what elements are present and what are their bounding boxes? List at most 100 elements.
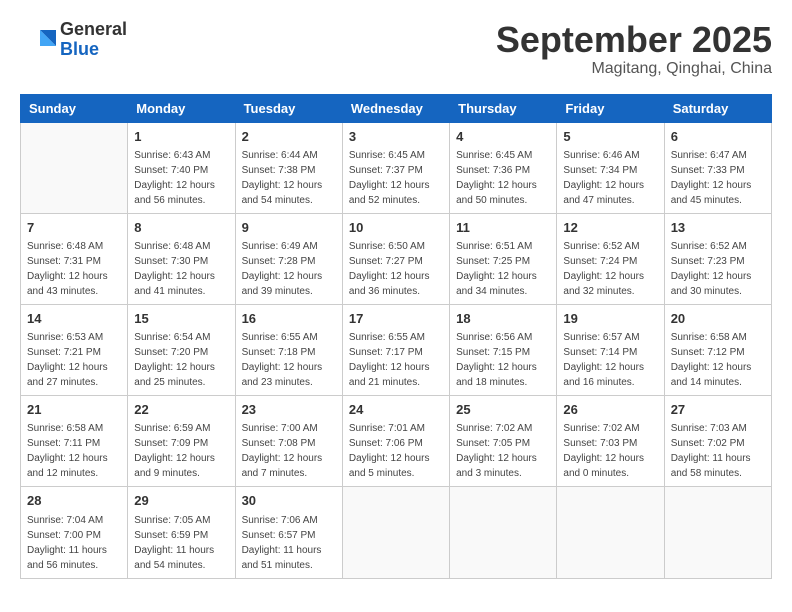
day-number: 18 xyxy=(456,310,550,328)
day-info: Sunrise: 6:51 AMSunset: 7:25 PMDaylight:… xyxy=(456,239,550,299)
day-number: 26 xyxy=(563,401,657,419)
day-info: Sunrise: 6:50 AMSunset: 7:27 PMDaylight:… xyxy=(349,239,443,299)
day-info: Sunrise: 6:56 AMSunset: 7:15 PMDaylight:… xyxy=(456,330,550,390)
table-row: 14Sunrise: 6:53 AMSunset: 7:21 PMDayligh… xyxy=(21,304,128,395)
calendar-weekday-saturday: Saturday xyxy=(664,94,771,122)
day-info: Sunrise: 6:55 AMSunset: 7:18 PMDaylight:… xyxy=(242,330,336,390)
day-info: Sunrise: 6:58 AMSunset: 7:11 PMDaylight:… xyxy=(27,421,121,481)
day-info: Sunrise: 7:06 AMSunset: 6:57 PMDaylight:… xyxy=(242,513,336,573)
day-number: 22 xyxy=(134,401,228,419)
day-info: Sunrise: 7:05 AMSunset: 6:59 PMDaylight:… xyxy=(134,513,228,573)
table-row: 5Sunrise: 6:46 AMSunset: 7:34 PMDaylight… xyxy=(557,122,664,213)
table-row: 6 Sunrise: 6:47 AMSunset: 7:33 PMDaylight… xyxy=(664,122,771,213)
day-number: 7 xyxy=(27,219,121,237)
table-row xyxy=(21,122,128,213)
month-title: September 2025 xyxy=(496,20,772,60)
table-row: 11 Sunrise: 6:51 AMSunset: 7:25 PMDayligh… xyxy=(450,213,557,304)
day-number: 3 xyxy=(349,128,443,146)
table-row xyxy=(664,487,771,578)
table-row: 10 Sunrise: 6:50 AMSunset: 7:27 PMDayligh… xyxy=(342,213,449,304)
table-row xyxy=(557,487,664,578)
calendar-weekday-monday: Monday xyxy=(128,94,235,122)
table-row: 12 Sunrise: 6:52 AMSunset: 7:24 PMDayligh… xyxy=(557,213,664,304)
day-number: 27 xyxy=(671,401,765,419)
day-info: Sunrise: 6:59 AMSunset: 7:09 PMDaylight:… xyxy=(134,421,228,481)
day-info: Sunrise: 6:49 AMSunset: 7:28 PMDaylight:… xyxy=(242,239,336,299)
day-number: 10 xyxy=(349,219,443,237)
calendar-weekday-thursday: Thursday xyxy=(450,94,557,122)
day-info: Sunrise: 6:45 AMSunset: 7:37 PMDaylight:… xyxy=(349,148,443,208)
location-subtitle: Magitang, Qinghai, China xyxy=(496,60,772,78)
table-row: 27 Sunrise: 7:03 AMSunset: 7:02 PMDayligh… xyxy=(664,396,771,487)
day-info: Sunrise: 6:43 AMSunset: 7:40 PMDaylight:… xyxy=(134,148,228,208)
day-number: 6 xyxy=(671,128,765,146)
day-number: 16 xyxy=(242,310,336,328)
day-number: 30 xyxy=(242,492,336,510)
table-row xyxy=(342,487,449,578)
day-number: 24 xyxy=(349,401,443,419)
day-info: Sunrise: 7:02 AMSunset: 7:05 PMDaylight:… xyxy=(456,421,550,481)
day-info: Sunrise: 7:01 AMSunset: 7:06 PMDaylight:… xyxy=(349,421,443,481)
day-info: Sunrise: 6:45 AMSunset: 7:36 PMDaylight:… xyxy=(456,148,550,208)
table-row: 24 Sunrise: 7:01 AMSunset: 7:06 PMDayligh… xyxy=(342,396,449,487)
table-row xyxy=(450,487,557,578)
day-number: 8 xyxy=(134,219,228,237)
day-number: 29 xyxy=(134,492,228,510)
table-row: 30 Sunrise: 7:06 AMSunset: 6:57 PMDayligh… xyxy=(235,487,342,578)
day-info: Sunrise: 6:52 AMSunset: 7:24 PMDaylight:… xyxy=(563,239,657,299)
table-row: 26 Sunrise: 7:02 AMSunset: 7:03 PMDayligh… xyxy=(557,396,664,487)
table-row: 18 Sunrise: 6:56 AMSunset: 7:15 PMDayligh… xyxy=(450,304,557,395)
table-row: 22 Sunrise: 6:59 AMSunset: 7:09 PMDayligh… xyxy=(128,396,235,487)
day-info: Sunrise: 7:03 AMSunset: 7:02 PMDaylight:… xyxy=(671,421,765,481)
day-number: 9 xyxy=(242,219,336,237)
day-number: 5 xyxy=(563,128,657,146)
table-row: 1 Sunrise: 6:43 AMSunset: 7:40 PMDaylight… xyxy=(128,122,235,213)
table-row: 23Sunrise: 7:00 AMSunset: 7:08 PMDayligh… xyxy=(235,396,342,487)
calendar-header-row: SundayMondayTuesdayWednesdayThursdayFrid… xyxy=(21,94,772,122)
day-number: 11 xyxy=(456,219,550,237)
calendar-week-3: 14Sunrise: 6:53 AMSunset: 7:21 PMDayligh… xyxy=(21,304,772,395)
title-block: September 2025 Magitang, Qinghai, China xyxy=(496,20,772,78)
day-info: Sunrise: 7:04 AMSunset: 7:00 PMDaylight:… xyxy=(27,513,121,573)
table-row: 19Sunrise: 6:57 AMSunset: 7:14 PMDayligh… xyxy=(557,304,664,395)
day-number: 19 xyxy=(563,310,657,328)
page-header: General Blue September 2025 Magitang, Qi… xyxy=(20,20,772,78)
day-number: 2 xyxy=(242,128,336,146)
calendar-weekday-friday: Friday xyxy=(557,94,664,122)
day-number: 21 xyxy=(27,401,121,419)
logo-text: General Blue xyxy=(60,20,127,60)
calendar-weekday-tuesday: Tuesday xyxy=(235,94,342,122)
day-number: 1 xyxy=(134,128,228,146)
table-row: 29 Sunrise: 7:05 AMSunset: 6:59 PMDayligh… xyxy=(128,487,235,578)
table-row: 8Sunrise: 6:48 AMSunset: 7:30 PMDaylight… xyxy=(128,213,235,304)
table-row: 2 Sunrise: 6:44 AMSunset: 7:38 PMDaylight… xyxy=(235,122,342,213)
calendar-table: SundayMondayTuesdayWednesdayThursdayFrid… xyxy=(20,94,772,579)
table-row: 17Sunrise: 6:55 AMSunset: 7:17 PMDayligh… xyxy=(342,304,449,395)
calendar-weekday-wednesday: Wednesday xyxy=(342,94,449,122)
day-number: 25 xyxy=(456,401,550,419)
table-row: 28Sunrise: 7:04 AMSunset: 7:00 PMDayligh… xyxy=(21,487,128,578)
day-info: Sunrise: 7:02 AMSunset: 7:03 PMDaylight:… xyxy=(563,421,657,481)
day-number: 12 xyxy=(563,219,657,237)
logo-general: General xyxy=(60,20,127,40)
day-number: 23 xyxy=(242,401,336,419)
day-info: Sunrise: 6:53 AMSunset: 7:21 PMDaylight:… xyxy=(27,330,121,390)
table-row: 21 Sunrise: 6:58 AMSunset: 7:11 PMDayligh… xyxy=(21,396,128,487)
day-number: 17 xyxy=(349,310,443,328)
day-info: Sunrise: 6:54 AMSunset: 7:20 PMDaylight:… xyxy=(134,330,228,390)
table-row: 20Sunrise: 6:58 AMSunset: 7:12 PMDayligh… xyxy=(664,304,771,395)
day-info: Sunrise: 6:52 AMSunset: 7:23 PMDaylight:… xyxy=(671,239,765,299)
day-number: 15 xyxy=(134,310,228,328)
table-row: 9 Sunrise: 6:49 AMSunset: 7:28 PMDaylight… xyxy=(235,213,342,304)
logo-icon xyxy=(20,26,56,54)
table-row: 4Sunrise: 6:45 AMSunset: 7:36 PMDaylight… xyxy=(450,122,557,213)
day-info: Sunrise: 6:44 AMSunset: 7:38 PMDaylight:… xyxy=(242,148,336,208)
day-info: Sunrise: 6:48 AMSunset: 7:31 PMDaylight:… xyxy=(27,239,121,299)
calendar-week-2: 7 Sunrise: 6:48 AMSunset: 7:31 PMDaylight… xyxy=(21,213,772,304)
table-row: 7 Sunrise: 6:48 AMSunset: 7:31 PMDaylight… xyxy=(21,213,128,304)
day-info: Sunrise: 6:47 AMSunset: 7:33 PMDaylight:… xyxy=(671,148,765,208)
day-info: Sunrise: 6:58 AMSunset: 7:12 PMDaylight:… xyxy=(671,330,765,390)
calendar-weekday-sunday: Sunday xyxy=(21,94,128,122)
logo-blue: Blue xyxy=(60,40,127,60)
calendar-week-5: 28Sunrise: 7:04 AMSunset: 7:00 PMDayligh… xyxy=(21,487,772,578)
